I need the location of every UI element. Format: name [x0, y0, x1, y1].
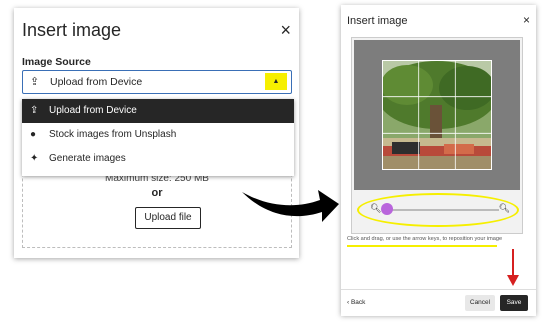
selected-source: Upload from Device	[50, 76, 143, 88]
crop-grid	[382, 60, 492, 170]
sparkle-icon: ✦	[30, 153, 39, 164]
cancel-button[interactable]: Cancel	[465, 295, 495, 311]
dialog-title: Insert image	[22, 20, 122, 40]
dialog-title: Insert image	[347, 15, 408, 27]
upload-file-button[interactable]: Upload file	[135, 207, 201, 229]
menu-item-generate-images[interactable]: ✦ Generate images	[22, 147, 294, 171]
dialog-footer: ‹ Back Cancel Save	[341, 289, 536, 316]
menu-item-label: Upload from Device	[49, 105, 137, 116]
highlight-underline	[347, 245, 497, 247]
image-crop-area: 🔍︎ 🔍︎	[351, 37, 523, 234]
image-source-label: Image Source	[22, 56, 91, 68]
back-button[interactable]: ‹ Back	[347, 299, 365, 306]
curved-arrow-icon	[242, 190, 339, 222]
upload-icon: ⇪	[30, 105, 39, 116]
crop-canvas[interactable]	[354, 40, 520, 190]
zoom-out-icon[interactable]: 🔍︎	[370, 203, 381, 214]
zoom-slider-track[interactable]	[387, 209, 499, 211]
globe-icon: ●	[30, 129, 37, 140]
zoom-slider-thumb[interactable]	[381, 203, 393, 215]
zoom-in-icon[interactable]: 🔍︎	[499, 203, 510, 214]
menu-item-unsplash[interactable]: ● Stock images from Unsplash	[22, 123, 294, 147]
chevron-up-icon[interactable]: ▲	[265, 73, 287, 90]
close-icon[interactable]: ×	[280, 20, 291, 41]
image-source-menu: ⇪ Upload from Device ● Stock images from…	[22, 99, 294, 176]
red-arrow-icon	[507, 249, 519, 286]
menu-item-label: Generate images	[49, 153, 126, 164]
zoom-control: 🔍︎ 🔍︎	[357, 193, 519, 227]
reposition-instructions: Click and drag, or use the arrow keys, t…	[347, 236, 503, 242]
menu-item-upload-from-device[interactable]: ⇪ Upload from Device	[22, 99, 294, 123]
upload-icon: ⇪	[30, 76, 40, 88]
image-source-select[interactable]: ⇪ Upload from Device ▲	[22, 70, 292, 94]
close-icon[interactable]: ×	[523, 13, 530, 27]
menu-item-label: Stock images from Unsplash	[49, 129, 177, 140]
insert-image-dialog-right: Insert image × 🔍︎ 🔍︎ Click and drag, or …	[341, 5, 536, 316]
save-button[interactable]: Save	[500, 295, 528, 311]
